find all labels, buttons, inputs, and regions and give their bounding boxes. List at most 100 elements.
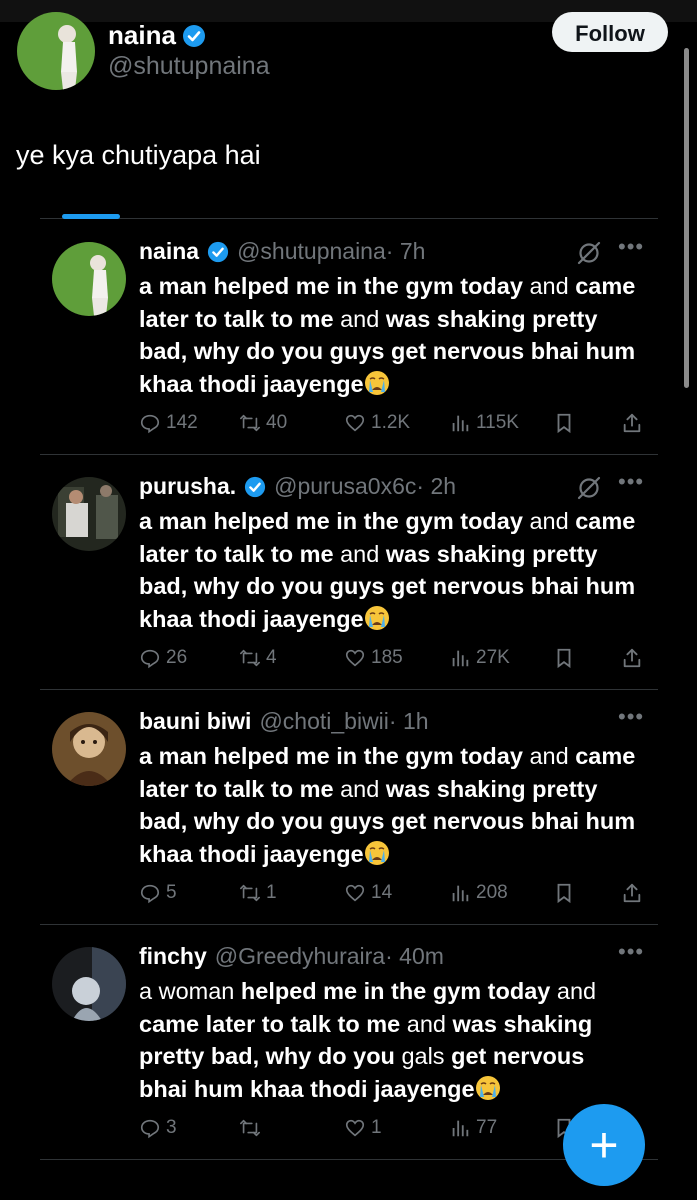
views-count: 115K	[476, 412, 519, 433]
views-button[interactable]: 27K	[449, 647, 510, 669]
tweet-body-segment: and	[333, 775, 386, 802]
reposts-count: 40	[266, 412, 288, 433]
repost-button[interactable]: 40	[239, 412, 287, 434]
tweet[interactable]: finchy @Greedyhuraira · 40m ••• a woman h…	[40, 925, 658, 1160]
tweet-author-name[interactable]: naina	[139, 238, 199, 265]
avatar[interactable]	[52, 242, 126, 316]
views-button[interactable]: 77	[449, 1117, 497, 1139]
repost-button[interactable]	[239, 1117, 266, 1139]
tweet-body: a man helped me in the gym today and cam…	[139, 505, 639, 635]
profile-name: naina	[108, 20, 206, 51]
verified-badge-icon	[182, 24, 205, 47]
reply-button[interactable]: 26	[139, 647, 187, 669]
views-count: 77	[476, 1117, 498, 1138]
views-button[interactable]: 115K	[449, 412, 519, 434]
crying-emoji-icon	[475, 1075, 501, 1102]
avatar[interactable]	[17, 12, 95, 90]
tweet-author-name[interactable]: purusha.	[139, 473, 236, 500]
views-icon	[449, 1117, 471, 1139]
views-icon	[449, 412, 471, 434]
tweet[interactable]: naina @shutupnaina · 7h ••• a man helped …	[40, 220, 658, 455]
repost-button[interactable]: 1	[239, 882, 277, 904]
tweet-body-segment: gals	[394, 1043, 452, 1069]
like-button[interactable]: 1.2K	[344, 412, 410, 434]
tweet-body-segment: and	[550, 978, 597, 1004]
tweet-header: naina @shutupnaina · 7h	[139, 238, 425, 265]
tweet-header: purusha. @purusa0x6c · 2h	[139, 473, 456, 500]
tweet-body-segment: helped me in the gym today	[234, 978, 551, 1004]
share-icon	[621, 647, 643, 669]
avatar[interactable]	[52, 947, 126, 1021]
tweet-body: a woman helped me in the gym today and c…	[139, 975, 639, 1105]
tweet[interactable]: bauni biwi @choti_biwii · 1h ••• a man he…	[40, 690, 658, 925]
bookmark-icon	[553, 647, 575, 669]
verified-badge-icon	[244, 476, 266, 498]
likes-count: 14	[371, 882, 393, 903]
verified-badge-icon	[207, 241, 229, 263]
replies-count: 26	[166, 647, 188, 668]
repost-icon	[239, 412, 261, 434]
tweet-body-segment: and	[333, 540, 386, 567]
repost-icon	[239, 882, 261, 904]
share-button[interactable]	[621, 412, 643, 434]
grok-icon[interactable]	[576, 240, 602, 266]
compose-button[interactable]: +	[563, 1104, 645, 1186]
replies-count: 142	[166, 412, 198, 433]
repost-icon	[239, 647, 261, 669]
tweet-author-name[interactable]: bauni biwi	[139, 708, 251, 735]
reply-icon	[139, 647, 161, 669]
tweet-body-segment: and	[522, 273, 576, 299]
tweet-author-handle[interactable]: @purusa0x6c	[274, 473, 416, 500]
reply-icon	[139, 412, 161, 434]
repost-button[interactable]: 4	[239, 647, 277, 669]
reply-button[interactable]: 3	[139, 1117, 177, 1139]
reply-button[interactable]: 5	[139, 882, 177, 904]
avatar[interactable]	[52, 477, 126, 551]
tweet-actions: 26 4 185 27K	[139, 647, 659, 677]
like-icon	[344, 1117, 366, 1139]
replies-count: 5	[166, 882, 177, 903]
reply-icon	[139, 882, 161, 904]
tweet-time: · 2h	[416, 473, 457, 499]
tweet-body-segment: and	[333, 305, 386, 332]
more-icon[interactable]: •••	[618, 704, 650, 730]
more-icon[interactable]: •••	[618, 939, 650, 965]
like-icon	[344, 882, 366, 904]
share-button[interactable]	[621, 647, 643, 669]
share-icon	[621, 412, 643, 434]
post-text: ye kya chutiyapa hai	[16, 140, 261, 170]
share-button[interactable]	[621, 882, 643, 904]
like-button[interactable]: 14	[344, 882, 392, 904]
more-icon[interactable]: •••	[618, 234, 650, 260]
like-button[interactable]: 185	[344, 647, 403, 669]
tweet[interactable]: purusha. @purusa0x6c · 2h ••• a man helpe…	[40, 455, 658, 690]
tweet-author-name[interactable]: finchy	[139, 943, 207, 970]
tweet-body: a man helped me in the gym today and cam…	[139, 270, 639, 400]
tweet-body-segment: a woman	[139, 978, 235, 1004]
like-button[interactable]: 1	[344, 1117, 382, 1139]
avatar[interactable]	[52, 712, 126, 786]
like-icon	[344, 647, 366, 669]
bookmark-button[interactable]	[553, 882, 575, 904]
scrollbar[interactable]	[684, 48, 689, 388]
reply-icon	[139, 1117, 161, 1139]
bookmark-button[interactable]	[553, 647, 575, 669]
reply-button[interactable]: 142	[139, 412, 198, 434]
views-button[interactable]: 208	[449, 882, 508, 904]
tweet-author-handle[interactable]: @choti_biwii	[259, 708, 388, 735]
profile-handle: @shutupnaina	[108, 52, 270, 80]
more-icon[interactable]: •••	[618, 469, 650, 495]
tweet-body-segment: a man helped me in the gym today	[139, 743, 523, 769]
bookmark-icon	[553, 882, 575, 904]
follow-button[interactable]: Follow	[552, 12, 668, 52]
crying-emoji-icon	[364, 370, 390, 397]
bookmark-button[interactable]	[553, 412, 575, 434]
tweet-author-handle[interactable]: @shutupnaina	[237, 238, 386, 265]
tweet-body-segment: a man helped me in the gym today	[139, 273, 523, 299]
tweet-body: a man helped me in the gym today and cam…	[139, 740, 639, 870]
tweet-author-handle[interactable]: @Greedyhuraira	[215, 943, 385, 970]
tweet-header: bauni biwi @choti_biwii · 1h	[139, 708, 429, 735]
grok-icon[interactable]	[576, 475, 602, 501]
crying-emoji-icon	[364, 840, 390, 867]
views-icon	[449, 647, 471, 669]
